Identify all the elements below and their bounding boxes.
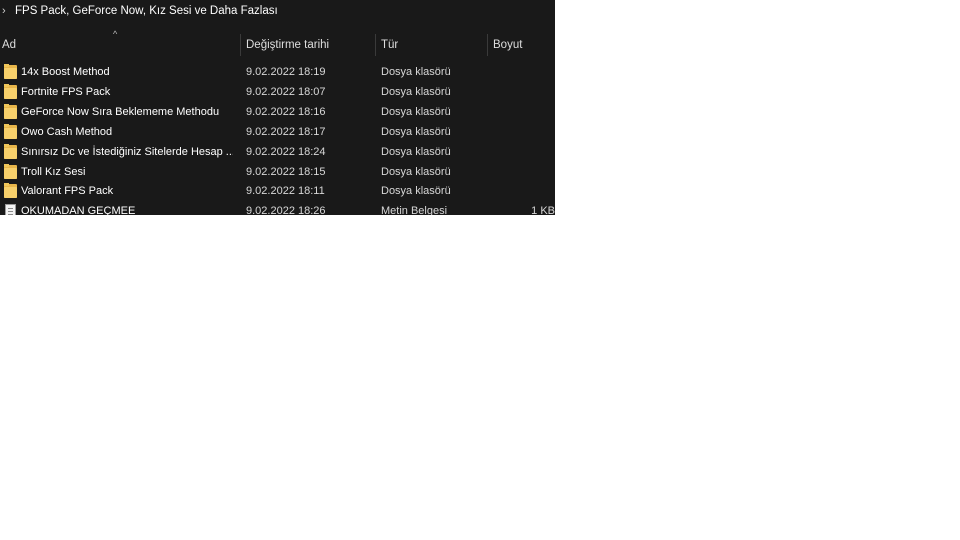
file-type: Dosya klasörü [381, 185, 451, 197]
file-name: Owo Cash Method [21, 126, 113, 138]
file-date: 9.02.2022 18:26 [246, 205, 326, 215]
column-divider[interactable] [487, 34, 488, 56]
file-date: 9.02.2022 18:24 [246, 146, 326, 158]
file-row[interactable]: Owo Cash Method 9.02.2022 18:17 Dosya kl… [0, 122, 555, 142]
file-size [492, 181, 555, 201]
file-row[interactable]: 14x Boost Method 9.02.2022 18:19 Dosya k… [0, 62, 555, 82]
file-row[interactable]: Valorant FPS Pack 9.02.2022 18:11 Dosya … [0, 181, 555, 201]
folder-icon [4, 164, 17, 179]
file-row[interactable]: Fortnite FPS Pack 9.02.2022 18:07 Dosya … [0, 82, 555, 102]
file-type: Dosya klasörü [381, 166, 451, 178]
file-type: Dosya klasörü [381, 66, 451, 78]
file-size [492, 62, 555, 82]
folder-icon [4, 183, 17, 198]
file-size [492, 162, 555, 182]
folder-icon [4, 144, 17, 159]
column-header-row: ^ Ad Değiştirme tarihi Tür Boyut [0, 29, 555, 58]
folder-icon [4, 124, 17, 139]
file-date: 9.02.2022 18:11 [246, 185, 325, 197]
file-name: Sınırsız Dc ve İstediğiniz Sitelerde Hes… [21, 146, 233, 158]
file-date: 9.02.2022 18:07 [246, 86, 326, 98]
file-row[interactable]: OKUMADAN GEÇMEE 9.02.2022 18:26 Metin Be… [0, 201, 555, 215]
file-name: Troll Kız Sesi [21, 166, 86, 178]
file-type: Metin Belgesi [381, 205, 448, 215]
file-name: OKUMADAN GEÇMEE [21, 205, 136, 215]
file-name: Fortnite FPS Pack [21, 86, 111, 98]
folder-icon [4, 64, 17, 79]
file-type: Dosya klasörü [381, 106, 451, 118]
folder-icon [4, 104, 17, 119]
file-row[interactable]: GeForce Now Sıra Beklememe Methodu 9.02.… [0, 102, 555, 122]
file-type: Dosya klasörü [381, 86, 451, 98]
column-divider[interactable] [240, 34, 241, 56]
column-header-name[interactable]: Ad [2, 32, 16, 58]
file-date: 9.02.2022 18:15 [246, 166, 326, 178]
chevron-right-icon[interactable]: › [2, 5, 6, 17]
file-date: 9.02.2022 18:17 [246, 126, 326, 138]
column-header-size[interactable]: Boyut [493, 32, 522, 58]
sort-ascending-icon: ^ [113, 29, 118, 39]
file-size [492, 82, 555, 102]
file-explorer-window: › FPS Pack, GeForce Now, Kız Sesi ve Dah… [0, 0, 555, 215]
file-type: Dosya klasörü [381, 126, 451, 138]
file-name: GeForce Now Sıra Beklememe Methodu [21, 106, 220, 118]
file-size [492, 102, 555, 122]
file-date: 9.02.2022 18:16 [246, 106, 326, 118]
file-size [492, 142, 555, 162]
file-name: 14x Boost Method [21, 66, 110, 78]
file-row[interactable]: Troll Kız Sesi 9.02.2022 18:15 Dosya kla… [0, 162, 555, 182]
file-name: Valorant FPS Pack [21, 185, 114, 197]
address-path[interactable]: FPS Pack, GeForce Now, Kız Sesi ve Daha … [15, 5, 278, 17]
file-size [492, 122, 555, 142]
folder-icon [4, 84, 17, 99]
file-size: 1 KB [531, 205, 555, 215]
address-bar[interactable]: › FPS Pack, GeForce Now, Kız Sesi ve Dah… [0, 0, 555, 25]
text-document-icon [4, 204, 17, 215]
column-header-type[interactable]: Tür [381, 32, 398, 58]
file-type: Dosya klasörü [381, 146, 451, 158]
column-divider[interactable] [375, 34, 376, 56]
file-date: 9.02.2022 18:19 [246, 66, 326, 78]
file-row[interactable]: Sınırsız Dc ve İstediğiniz Sitelerde Hes… [0, 142, 555, 162]
column-header-date[interactable]: Değiştirme tarihi [246, 32, 329, 58]
